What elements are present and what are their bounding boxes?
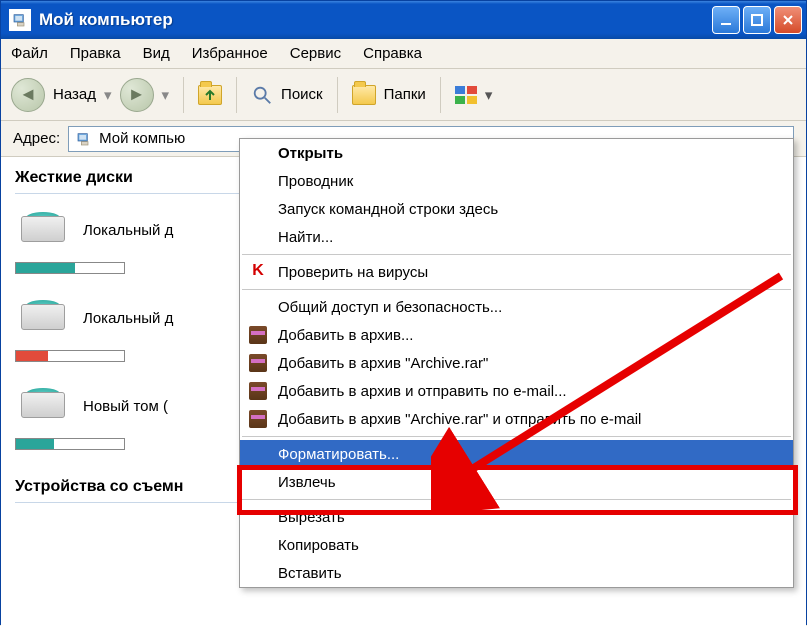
context-menu-item[interactable]: Открыть — [240, 139, 793, 167]
menu-item-label: Форматировать... — [278, 446, 399, 463]
views-dropdown-icon[interactable]: ▾ — [485, 86, 493, 104]
separator — [236, 77, 237, 113]
menu-item-label: Добавить в архив и отправить по e-mail..… — [278, 383, 567, 400]
menu-item-label: Извлечь — [278, 474, 336, 491]
context-menu-item[interactable]: Вставить — [240, 559, 793, 587]
titlebar[interactable]: Мой компьютер — [1, 1, 806, 39]
winrar-icon — [249, 410, 267, 428]
menu-edit[interactable]: Правка — [70, 45, 121, 62]
separator — [183, 77, 184, 113]
menu-item-icon — [248, 171, 268, 191]
menu-item-icon — [248, 297, 268, 317]
menu-help[interactable]: Справка — [363, 45, 422, 62]
menu-view[interactable]: Вид — [143, 45, 170, 62]
minimize-button[interactable] — [712, 6, 740, 34]
maximize-button[interactable] — [743, 6, 771, 34]
drive-usage-bar — [15, 262, 125, 274]
drive-label: Локальный д — [83, 310, 173, 327]
menu-file[interactable]: Файл — [11, 45, 48, 62]
search-icon[interactable] — [251, 84, 273, 106]
forward-button[interactable]: ► — [120, 78, 154, 112]
menu-item-label: Проверить на вирусы — [278, 264, 428, 281]
window-icon — [9, 9, 31, 31]
window-title: Мой компьютер — [39, 10, 709, 30]
menu-item-icon — [248, 199, 268, 219]
menu-separator — [242, 499, 791, 500]
context-menu-item[interactable]: Общий доступ и безопасность... — [240, 293, 793, 321]
menu-item-icon — [248, 535, 268, 555]
back-label: Назад — [53, 86, 96, 103]
context-menu-item[interactable]: Извлечь — [240, 468, 793, 496]
menu-item-icon — [248, 563, 268, 583]
menu-item-label: Добавить в архив "Archive.rar" и отправи… — [278, 411, 641, 428]
menu-item-label: Общий доступ и безопасность... — [278, 299, 502, 316]
menu-item-icon — [248, 143, 268, 163]
close-button[interactable] — [774, 6, 802, 34]
context-menu-item[interactable]: K Проверить на вирусы — [240, 258, 793, 286]
menu-item-icon — [248, 381, 268, 401]
context-menu-item[interactable]: Запуск командной строки здесь — [240, 195, 793, 223]
menu-favorites[interactable]: Избранное — [192, 45, 268, 62]
menu-item-icon — [248, 507, 268, 527]
drive-usage-bar — [15, 438, 125, 450]
context-menu-item[interactable]: Найти... — [240, 223, 793, 251]
toolbar: ◄ Назад ▾ ► ▾ Поиск Папки ▾ — [1, 69, 806, 121]
folders-label[interactable]: Папки — [384, 86, 426, 103]
explorer-window: Мой компьютер Файл Правка Вид Избранное … — [0, 0, 807, 625]
context-menu-item[interactable]: Проводник — [240, 167, 793, 195]
menu-tools[interactable]: Сервис — [290, 45, 341, 62]
context-menu: Открыть Проводник Запуск командной строки … — [239, 138, 794, 588]
menu-item-icon — [248, 472, 268, 492]
winrar-icon — [249, 326, 267, 344]
up-folder-icon[interactable] — [198, 85, 222, 105]
menubar: Файл Правка Вид Избранное Сервис Справка — [1, 39, 806, 69]
menu-item-label: Вставить — [278, 565, 342, 582]
menu-item-icon — [248, 444, 268, 464]
menu-item-icon — [248, 353, 268, 373]
drive-label: Локальный д — [83, 222, 173, 239]
back-dropdown-icon[interactable]: ▾ — [104, 86, 112, 104]
drive-label: Новый том ( — [83, 398, 168, 415]
drive-icon — [15, 384, 71, 428]
kaspersky-icon: K — [249, 263, 267, 281]
menu-separator — [242, 436, 791, 437]
menu-item-label: Вырезать — [278, 509, 345, 526]
context-menu-item[interactable]: Копировать — [240, 531, 793, 559]
forward-dropdown-icon[interactable]: ▾ — [162, 86, 170, 104]
winrar-icon — [249, 354, 267, 372]
drive-usage-bar — [15, 350, 125, 362]
drive-icon — [15, 208, 71, 252]
context-menu-item[interactable]: Добавить в архив... — [240, 321, 793, 349]
menu-item-label: Копировать — [278, 537, 359, 554]
address-value: Мой компью — [99, 130, 185, 147]
menu-item-label: Найти... — [278, 229, 333, 246]
back-button[interactable]: ◄ — [11, 78, 45, 112]
menu-separator — [242, 289, 791, 290]
menu-item-label: Запуск командной строки здесь — [278, 201, 498, 218]
views-icon[interactable] — [455, 86, 477, 104]
menu-item-label: Проводник — [278, 173, 353, 190]
context-menu-item[interactable]: Форматировать... — [240, 440, 793, 468]
context-menu-item[interactable]: Добавить в архив "Archive.rar" и отправи… — [240, 405, 793, 433]
context-menu-item[interactable]: Добавить в архив "Archive.rar" — [240, 349, 793, 377]
folders-icon[interactable] — [352, 85, 376, 105]
search-label[interactable]: Поиск — [281, 86, 323, 103]
menu-item-icon — [248, 227, 268, 247]
computer-icon — [75, 131, 93, 147]
menu-item-icon: K — [248, 262, 268, 282]
winrar-icon — [249, 382, 267, 400]
menu-separator — [242, 254, 791, 255]
menu-item-label: Добавить в архив "Archive.rar" — [278, 355, 488, 372]
menu-item-icon — [248, 325, 268, 345]
menu-item-label: Добавить в архив... — [278, 327, 413, 344]
separator — [440, 77, 441, 113]
menu-item-label: Открыть — [278, 145, 343, 162]
context-menu-item[interactable]: Добавить в архив и отправить по e-mail..… — [240, 377, 793, 405]
separator — [337, 77, 338, 113]
context-menu-item[interactable]: Вырезать — [240, 503, 793, 531]
menu-item-icon — [248, 409, 268, 429]
address-label: Адрес: — [13, 130, 60, 147]
drive-icon — [15, 296, 71, 340]
